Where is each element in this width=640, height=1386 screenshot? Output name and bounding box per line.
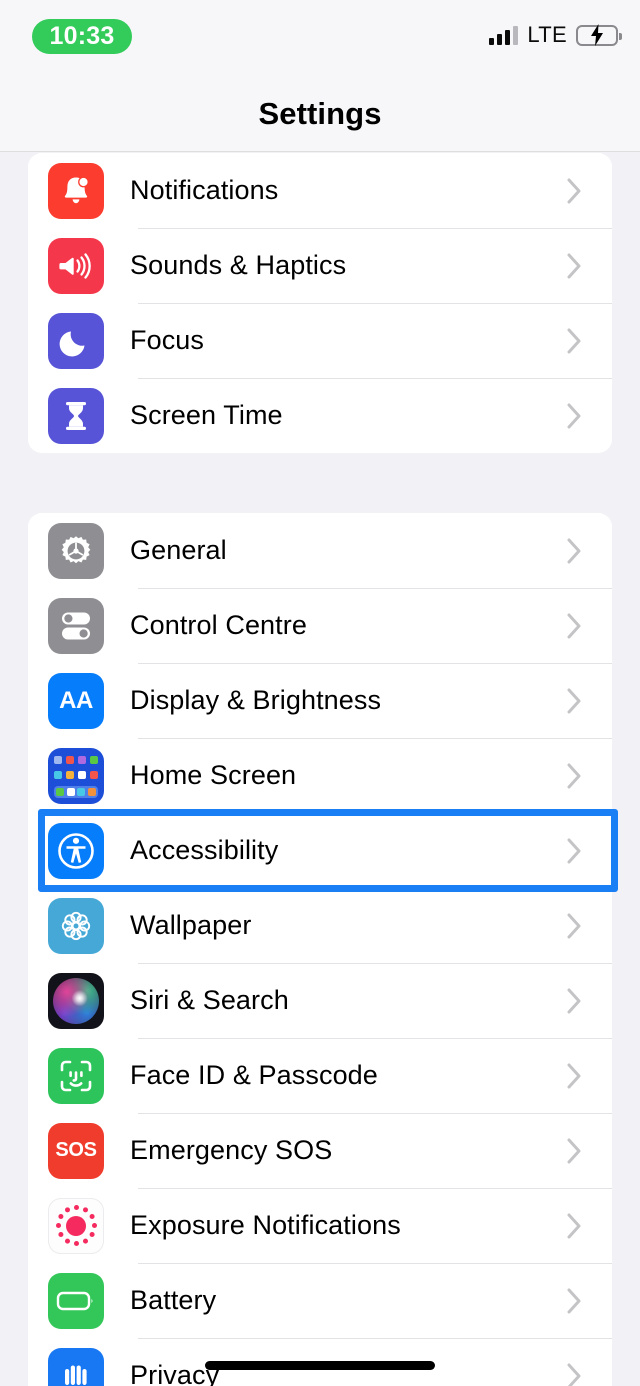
exposure-ring-dot [64,1238,70,1244]
network-type-label: LTE [527,22,567,47]
exposure-ring-dot [57,1214,63,1219]
settings-row-general[interactable]: General [28,513,612,588]
settings-row-siri-search[interactable]: Siri & Search [28,963,612,1038]
settings-row-label: Screen Time [130,400,283,430]
settings-row-focus[interactable]: Focus [28,303,612,378]
settings-row-display-brightness[interactable]: AA Display & Brightness [28,663,612,738]
settings-row-face-id-passcode[interactable]: Face ID & Passcode [28,1038,612,1113]
chevron-right-icon [567,178,582,204]
siri-orb-icon [48,972,104,1029]
hand-icon [48,1347,104,1386]
gear-icon [48,522,104,579]
home-indicator-bar [205,1361,435,1370]
settings-row-label: Emergency SOS [130,1135,333,1165]
exposure-ring-dot [57,1232,63,1237]
exposure-dots-icon [48,1197,104,1254]
exposure-ring-dot [73,1205,79,1210]
chevron-right-icon [567,328,582,354]
chevron-right-icon [567,763,582,789]
aa-text-icon: AA [48,672,104,729]
exposure-ring-dot [82,1207,88,1213]
exposure-ring-dot [64,1207,70,1213]
chevron-right-icon [567,1063,582,1089]
settings-row-label: Control Centre [130,610,307,640]
status-bar: 10:33 LTE [0,0,640,76]
exposure-ring-dot [82,1238,88,1244]
chevron-right-icon [567,1213,582,1239]
settings-row-home-screen[interactable]: Home Screen [28,738,612,813]
settings-list: Notifications Sounds & Haptics Focus Scr… [0,153,640,1386]
accessibility-person-icon [48,822,104,879]
settings-screen: 10:33 LTE Settings Notifications Sounds … [0,0,640,1386]
flower-icon [48,897,104,954]
settings-row-screen-time[interactable]: Screen Time [28,378,612,453]
settings-row-emergency-sos[interactable]: SOS Emergency SOS [28,1113,612,1188]
sos-icon: SOS [48,1122,104,1179]
settings-row-label: Notifications [130,175,279,205]
settings-row-label: Focus [130,325,205,355]
exposure-ring-dot [55,1223,61,1228]
chevron-right-icon [567,613,582,639]
chevron-right-icon [567,403,582,429]
speaker-waves-icon [48,237,104,294]
settings-group-notifications: Notifications Sounds & Haptics Focus Scr… [28,153,612,453]
settings-row-label: Wallpaper [130,910,252,940]
settings-row-label: Accessibility [130,835,279,865]
exposure-ring-dot [73,1241,79,1246]
signal-bars-icon [489,25,519,45]
settings-group-general: General Control Centre AA Display & Brig… [28,513,612,1386]
exposure-ring-dot [89,1214,95,1219]
settings-row-label: Display & Brightness [130,685,382,715]
settings-row-label: General [130,535,227,565]
settings-row-label: Battery [130,1285,217,1315]
settings-row-accessibility[interactable]: Accessibility [28,813,612,888]
chevron-right-icon [567,988,582,1014]
status-time: 10:33 [49,22,115,50]
chevron-right-icon [567,688,582,714]
hourglass-icon [48,387,104,444]
charging-bolt-icon [591,24,603,46]
chevron-right-icon [567,1363,582,1386]
status-bar-right: LTE [489,22,622,48]
page-title: Settings [258,95,382,131]
moon-icon [48,312,104,369]
chevron-right-icon [567,913,582,939]
recording-time-pill[interactable]: 10:33 [32,19,132,54]
face-id-icon [48,1047,104,1104]
chevron-right-icon [567,253,582,279]
settings-row-sounds-haptics[interactable]: Sounds & Haptics [28,228,612,303]
battery-icon [48,1272,104,1329]
navigation-bar: Settings [0,76,640,152]
settings-row-label: Siri & Search [130,985,289,1015]
bell-icon [48,162,104,219]
chevron-right-icon [567,1288,582,1314]
settings-row-label: Exposure Notifications [130,1210,401,1240]
settings-row-battery[interactable]: Battery [28,1263,612,1338]
chevron-right-icon [567,838,582,864]
settings-row-exposure-notifications[interactable]: Exposure Notifications [28,1188,612,1263]
chevron-right-icon [567,538,582,564]
settings-row-wallpaper[interactable]: Wallpaper [28,888,612,963]
settings-row-label: Face ID & Passcode [130,1060,378,1090]
app-grid-icon [48,747,104,804]
settings-row-control-centre[interactable]: Control Centre [28,588,612,663]
toggles-icon [48,597,104,654]
chevron-right-icon [567,1138,582,1164]
settings-row-label: Home Screen [130,760,297,790]
settings-row-label: Sounds & Haptics [130,250,347,280]
battery-charging-icon [576,24,622,46]
settings-row-notifications[interactable]: Notifications [28,153,612,228]
exposure-ring-dot [89,1232,95,1237]
exposure-ring-dot [91,1223,97,1228]
